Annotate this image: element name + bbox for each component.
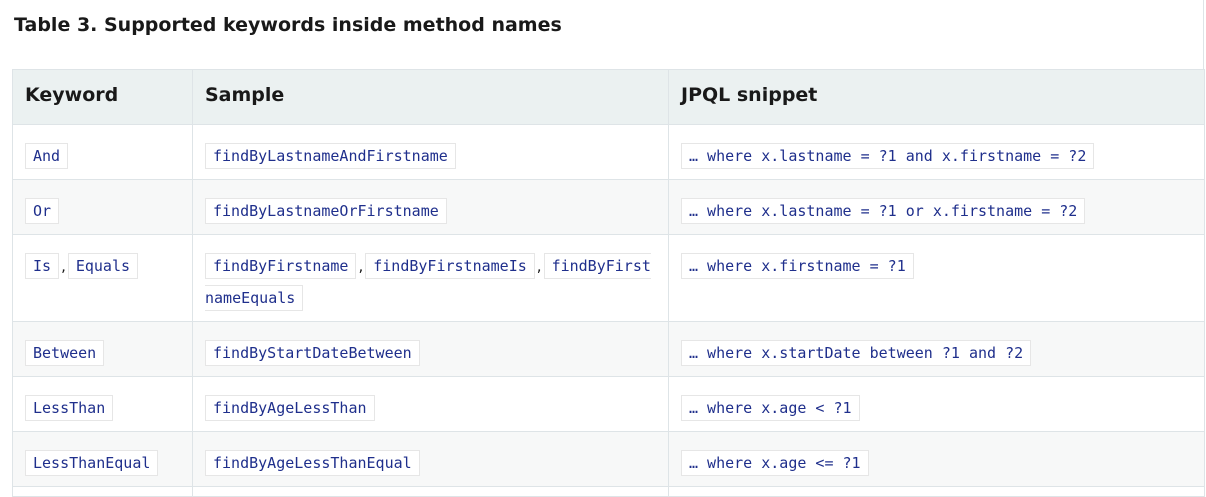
keyword-code: LessThanEqual [25, 450, 159, 476]
sample-cell: findByLastnameOrFirstname [192, 179, 669, 235]
sample-code: findByAgeLessThan [205, 395, 375, 421]
document-page: Table 3. Supported keywords inside metho… [0, 0, 1206, 497]
jpql-cell: … where x.age <= ?1 [668, 431, 1205, 487]
separator: , [536, 257, 542, 275]
keywords-table: Keyword Sample JPQL snippet And findByLa… [12, 69, 1205, 497]
keyword-code: And [25, 143, 69, 169]
keyword-cell: Or [12, 179, 193, 235]
jpql-cell: … where x.firstname = ?1 [668, 234, 1205, 322]
sample-code: findByLastnameAndFirstname [205, 143, 456, 169]
sample-cell: findByFirstname, findByFirstnameIs, findBy… [192, 234, 669, 322]
table-row-partial [12, 486, 1205, 497]
jpql-code: … where x.lastname = ?1 or x.firstname =… [681, 198, 1086, 224]
keyword-cell: And [12, 124, 193, 180]
keyword-code: Between [25, 340, 105, 366]
jpql-cell: … where x.age < ?1 [668, 376, 1205, 432]
sample-code: findByAgeLessThanEqual [205, 450, 420, 476]
sample-code: findByFirstname [205, 253, 357, 279]
jpql-code: … where x.startDate between ?1 and ?2 [681, 340, 1032, 366]
table-header-row: Keyword Sample JPQL snippet [12, 69, 1205, 125]
separator: , [358, 257, 364, 275]
jpql-cell: … where x.lastname = ?1 and x.firstname … [668, 124, 1205, 180]
keyword-cell [12, 486, 193, 497]
keyword-cell: Between [12, 321, 193, 377]
jpql-code: … where x.lastname = ?1 and x.firstname … [681, 143, 1095, 169]
keyword-code: Equals [67, 253, 139, 279]
sample-cell: findByAgeLessThanEqual [192, 431, 669, 487]
keyword-cell: LessThanEqual [12, 431, 193, 487]
table-row: Is, Equals findByFirstname, findByFirstnam… [12, 234, 1205, 322]
jpql-code: … where x.firstname = ?1 [681, 253, 914, 279]
column-header-jpql: JPQL snippet [668, 69, 1205, 125]
sample-cell [192, 486, 669, 497]
keyword-cell: LessThan [12, 376, 193, 432]
keyword-code: LessThan [25, 395, 114, 421]
separator: , [61, 257, 66, 275]
jpql-code: … where x.age < ?1 [681, 395, 860, 421]
jpql-cell [668, 486, 1205, 497]
table-row: LessThanEqual findByAgeLessThanEqual … w… [12, 431, 1205, 487]
keyword-code: Or [25, 198, 60, 224]
sample-code: findByFirstnameIs [365, 253, 535, 279]
table-row: LessThan findByAgeLessThan … where x.age… [12, 376, 1205, 432]
keyword-code: Is [25, 253, 60, 279]
sample-cell: findByStartDateBetween [192, 321, 669, 377]
frame-border [1203, 0, 1204, 70]
jpql-cell: … where x.lastname = ?1 or x.firstname =… [668, 179, 1205, 235]
column-header-keyword: Keyword [12, 69, 193, 125]
table-row: Or findByLastnameOrFirstname … where x.l… [12, 179, 1205, 235]
jpql-cell: … where x.startDate between ?1 and ?2 [668, 321, 1205, 377]
sample-cell: findByAgeLessThan [192, 376, 669, 432]
sample-code: findByLastnameOrFirstname [205, 198, 447, 224]
jpql-code: … where x.age <= ?1 [681, 450, 869, 476]
sample-cell: findByLastnameAndFirstname [192, 124, 669, 180]
keyword-cell: Is, Equals [12, 234, 193, 322]
table-row: And findByLastnameAndFirstname … where x… [12, 124, 1205, 180]
column-header-sample: Sample [192, 69, 669, 125]
table-row: Between findByStartDateBetween … where x… [12, 321, 1205, 377]
sample-code: findByStartDateBetween [205, 340, 420, 366]
table-caption: Table 3. Supported keywords inside metho… [14, 14, 562, 36]
